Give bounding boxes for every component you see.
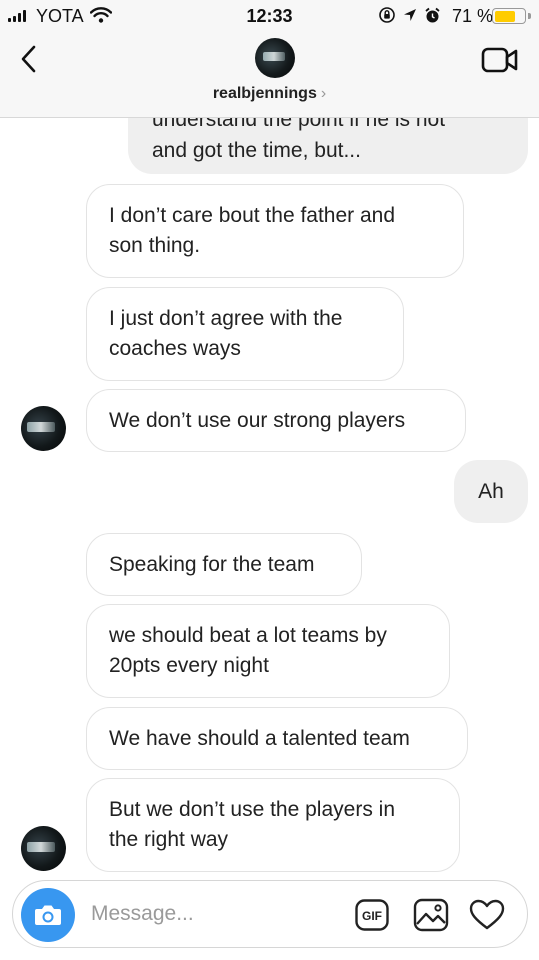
incoming-message[interactable]: But we don’t use the players in the righ… bbox=[86, 778, 460, 872]
profile-avatar[interactable] bbox=[255, 38, 295, 78]
message-text: But we don’t use the players in the righ… bbox=[109, 798, 396, 851]
incoming-message[interactable]: we should beat a lot teams by 20pts ever… bbox=[86, 604, 450, 698]
sender-avatar[interactable] bbox=[21, 826, 66, 871]
message-text: We don’t use our strong players bbox=[109, 408, 406, 432]
incoming-message[interactable]: We don’t use our strong players bbox=[86, 389, 466, 452]
location-icon bbox=[404, 9, 416, 21]
orientation-lock-icon bbox=[379, 7, 395, 23]
battery-icon bbox=[492, 8, 526, 24]
alarm-icon bbox=[425, 7, 440, 22]
battery-percentage: 71 % bbox=[452, 6, 494, 26]
sender-avatar[interactable] bbox=[21, 406, 66, 451]
incoming-message[interactable]: I don’t care bout the father and son thi… bbox=[86, 184, 464, 278]
battery-fill bbox=[494, 10, 516, 22]
gallery-button[interactable] bbox=[413, 897, 449, 933]
username-text: realbjennings bbox=[212, 85, 317, 102]
conversation-header: realbjennings › bbox=[0, 32, 539, 118]
gif-button[interactable]: GIF bbox=[355, 899, 389, 931]
outgoing-message[interactable]: Ah bbox=[454, 460, 528, 523]
message-input[interactable] bbox=[91, 899, 341, 929]
camera-button[interactable] bbox=[21, 888, 75, 942]
chevron-right-icon: › bbox=[320, 85, 327, 102]
username-link[interactable]: realbjennings › bbox=[0, 85, 539, 103]
message-thread[interactable]: understand the point if he is not and go… bbox=[0, 118, 539, 878]
message-text: Ah bbox=[478, 479, 504, 503]
incoming-message[interactable]: Speaking for the team bbox=[86, 533, 362, 596]
message-text: understand the point if he is not bbox=[152, 118, 446, 131]
battery-tip bbox=[528, 13, 531, 19]
message-text: we should beat a lot teams by 20pts ever… bbox=[109, 624, 387, 677]
message-text: and got the time, but... bbox=[152, 139, 361, 162]
status-bar: YOTA 12:33 71 % bbox=[0, 0, 539, 32]
message-text: I don’t care bout the father and son thi… bbox=[109, 204, 396, 257]
gallery-icon bbox=[413, 898, 449, 932]
video-call-icon[interactable] bbox=[481, 46, 519, 74]
gif-label: GIF bbox=[362, 909, 382, 923]
incoming-message[interactable]: I just don’t agree with the coaches ways bbox=[86, 287, 404, 381]
incoming-message[interactable]: We have should a talented team bbox=[86, 707, 468, 770]
message-text: We have should a talented team bbox=[109, 726, 410, 750]
like-button[interactable] bbox=[469, 897, 505, 933]
camera-icon bbox=[35, 905, 61, 925]
heart-icon bbox=[469, 899, 505, 930]
outgoing-message-partial[interactable]: understand the point if he is not and go… bbox=[128, 118, 528, 174]
message-text: Speaking for the team bbox=[109, 552, 315, 576]
message-text: I just don’t agree with the coaches ways bbox=[109, 307, 343, 360]
gif-icon: GIF bbox=[355, 899, 389, 931]
message-composer: GIF bbox=[12, 880, 528, 948]
back-chevron-icon[interactable] bbox=[16, 44, 44, 74]
